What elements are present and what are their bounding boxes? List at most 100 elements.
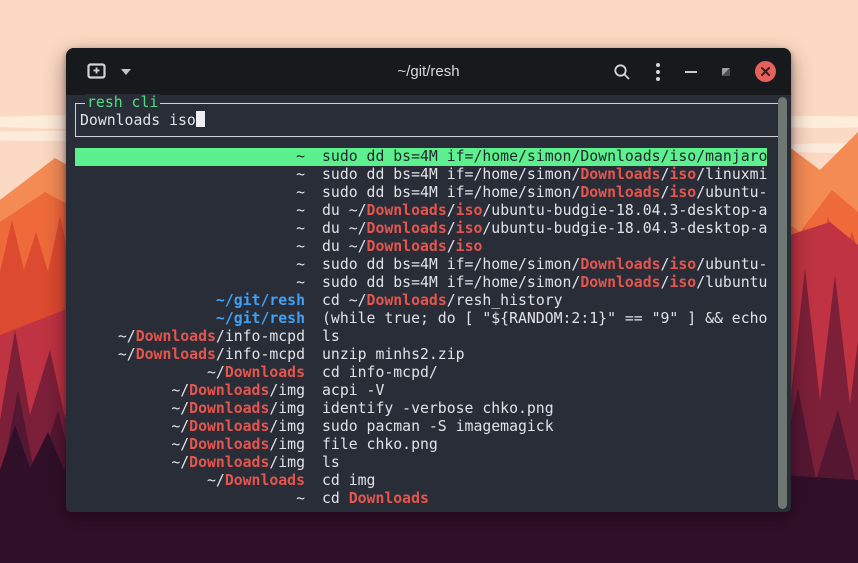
minimize-button[interactable] bbox=[685, 71, 697, 73]
history-command: du ~/Downloads/iso/ubuntu-budgie-18.04.3… bbox=[322, 220, 767, 238]
history-path: ~ bbox=[75, 274, 305, 292]
text-segment: /img bbox=[269, 454, 305, 471]
text-segment: Downloads bbox=[367, 292, 447, 309]
history-row[interactable]: ~/Downloads/info-mcpdunzip minhs2.zip bbox=[75, 346, 767, 364]
chevron-down-icon bbox=[121, 69, 131, 75]
history-path: ~/git/resh bbox=[75, 310, 305, 328]
text-segment: iso bbox=[669, 184, 696, 201]
text-segment: cd info-mcpd/ bbox=[322, 364, 438, 381]
history-row[interactable]: ~/Downloads/imgfile chko.png bbox=[75, 436, 767, 454]
text-segment: iso bbox=[669, 166, 696, 183]
text-segment: sudo dd bs=4M if=/home/simon/ bbox=[322, 166, 580, 183]
history-row[interactable]: ~/git/reshcd ~/Downloads/resh_history bbox=[75, 292, 767, 310]
history-path: ~ bbox=[75, 202, 305, 220]
text-segment: ~/git/resh bbox=[216, 310, 305, 327]
text-segment: /resh_history bbox=[447, 292, 563, 309]
history-command: ls bbox=[322, 328, 767, 346]
history-row[interactable]: ~du ~/Downloads/iso bbox=[75, 238, 767, 256]
text-segment: /ubuntu-budgie-18.04.3-desktop-a bbox=[482, 220, 767, 237]
tab-dropdown-button[interactable] bbox=[121, 69, 131, 75]
text-segment: Downloads bbox=[189, 418, 269, 435]
history-path: ~ bbox=[75, 256, 305, 274]
text-segment: ~ bbox=[296, 238, 305, 255]
history-path: ~/Downloads/info-mcpd bbox=[75, 346, 305, 364]
text-cursor bbox=[196, 111, 205, 127]
text-segment: ~/ bbox=[118, 346, 136, 363]
history-command: sudo dd bs=4M if=/home/simon/Downloads/i… bbox=[322, 274, 767, 292]
history-command: cd Downloads bbox=[322, 490, 767, 508]
close-button[interactable] bbox=[755, 61, 776, 82]
text-segment: /linuxmi bbox=[696, 166, 767, 183]
text-segment: ~ bbox=[296, 274, 305, 291]
text-segment: / bbox=[447, 220, 456, 237]
text-segment: /ubuntu- bbox=[696, 256, 767, 273]
text-segment: sudo dd bs=4M if=/home/simon/Downloads/i… bbox=[322, 148, 767, 165]
history-row-selected[interactable]: ~ sudo dd bs=4M if=/home/simon/Downloads/… bbox=[75, 148, 767, 166]
history-row[interactable]: ~ du ~/Downloads/iso/ubuntu-budgie-18.04.… bbox=[75, 202, 767, 220]
search-button[interactable] bbox=[613, 63, 631, 81]
history-row[interactable]: ~/Downloads/info-mcpdls bbox=[75, 328, 767, 346]
history-row[interactable]: ~sudo dd bs=4M if=/home/simon/Downloads/… bbox=[75, 256, 767, 274]
new-tab-button[interactable] bbox=[87, 63, 106, 80]
text-segment: ~/ bbox=[171, 400, 189, 417]
text-segment: ~ bbox=[296, 166, 305, 183]
text-segment: /ubuntu-budgie-18.04.3-desktop-a bbox=[482, 202, 767, 219]
text-segment: Downloads bbox=[225, 472, 305, 489]
history-command: (while true; do [ "${RANDOM:2:1}" == "9"… bbox=[322, 310, 767, 328]
text-segment: Downloads bbox=[225, 364, 305, 381]
resh-search-box[interactable]: resh cli Downloads iso bbox=[75, 103, 783, 137]
text-segment: Downloads bbox=[367, 202, 447, 219]
text-segment: /img bbox=[269, 418, 305, 435]
history-path: ~ bbox=[75, 490, 305, 508]
history-row[interactable]: ~/Downloads/imgidentify -verbose chko.pn… bbox=[75, 400, 767, 418]
history-row[interactable]: ~/Downloadscd img bbox=[75, 472, 767, 490]
search-query-line[interactable]: Downloads iso bbox=[76, 104, 782, 130]
text-segment: ~ bbox=[296, 256, 305, 273]
text-segment: sudo dd bs=4M if=/home/simon/ bbox=[322, 184, 580, 201]
history-row[interactable]: ~du ~/Downloads/iso/ubuntu-budgie-18.04.… bbox=[75, 220, 767, 238]
history-command: ls bbox=[322, 454, 767, 472]
text-segment: ~ bbox=[296, 148, 305, 165]
history-command: du ~/Downloads/iso/ubuntu-budgie-18.04.3… bbox=[322, 202, 767, 220]
text-segment: iso bbox=[456, 238, 483, 255]
history-path: ~ bbox=[75, 238, 305, 256]
text-segment: /info-mcpd bbox=[216, 346, 305, 363]
history-row[interactable]: ~sudo dd bs=4M if=/home/simon/Downloads/… bbox=[75, 184, 767, 202]
text-segment: acpi -V bbox=[322, 382, 384, 399]
text-segment: sudo pacman -S imagemagick bbox=[322, 418, 554, 435]
history-row[interactable]: ~ cd Downloads bbox=[75, 490, 767, 508]
text-segment: ~/ bbox=[171, 436, 189, 453]
history-command: sudo dd bs=4M if=/home/simon/Downloads/i… bbox=[322, 148, 767, 166]
history-row[interactable]: ~/git/resh (while true; do [ "${RANDOM:2:… bbox=[75, 310, 767, 328]
text-segment: du ~/ bbox=[322, 202, 367, 219]
text-segment: Downloads bbox=[189, 454, 269, 471]
history-path: ~/Downloads/img bbox=[75, 418, 305, 436]
text-segment: (while true; do [ "${RANDOM:2:1}" == "9"… bbox=[322, 310, 767, 327]
text-segment: Downloads bbox=[349, 490, 429, 507]
text-segment: ~/ bbox=[171, 454, 189, 471]
restore-icon bbox=[722, 68, 730, 76]
history-command: sudo dd bs=4M if=/home/simon/Downloads/i… bbox=[322, 184, 767, 202]
history-row[interactable]: ~/Downloads/img ls bbox=[75, 454, 767, 472]
history-path: ~/Downloads/img bbox=[75, 400, 305, 418]
history-command: acpi -V bbox=[322, 382, 767, 400]
restore-button[interactable] bbox=[722, 68, 730, 76]
text-segment: Downloads bbox=[580, 256, 660, 273]
menu-button[interactable] bbox=[656, 63, 660, 81]
titlebar[interactable]: ~/git/resh bbox=[66, 48, 791, 95]
history-row[interactable]: ~/Downloadscd info-mcpd/ bbox=[75, 364, 767, 382]
history-row[interactable]: ~sudo dd bs=4M if=/home/simon/Downloads/… bbox=[75, 166, 767, 184]
history-row[interactable]: ~/Downloads/imgacpi -V bbox=[75, 382, 767, 400]
text-segment: ~ bbox=[296, 202, 305, 219]
text-segment: Downloads bbox=[136, 346, 216, 363]
history-row[interactable]: ~ sudo dd bs=4M if=/home/simon/Downloads/… bbox=[75, 274, 767, 292]
text-segment: iso bbox=[669, 274, 696, 291]
history-path: ~/git/resh bbox=[75, 292, 305, 310]
text-segment: ls bbox=[322, 328, 340, 345]
text-segment: Downloads bbox=[580, 184, 660, 201]
text-segment: Downloads bbox=[189, 382, 269, 399]
history-row[interactable]: ~/Downloads/img sudo pacman -S imagemagic… bbox=[75, 418, 767, 436]
scrollbar-thumb[interactable] bbox=[778, 97, 787, 509]
resh-cli-label: resh cli bbox=[85, 94, 160, 112]
text-segment: cd bbox=[322, 490, 349, 507]
